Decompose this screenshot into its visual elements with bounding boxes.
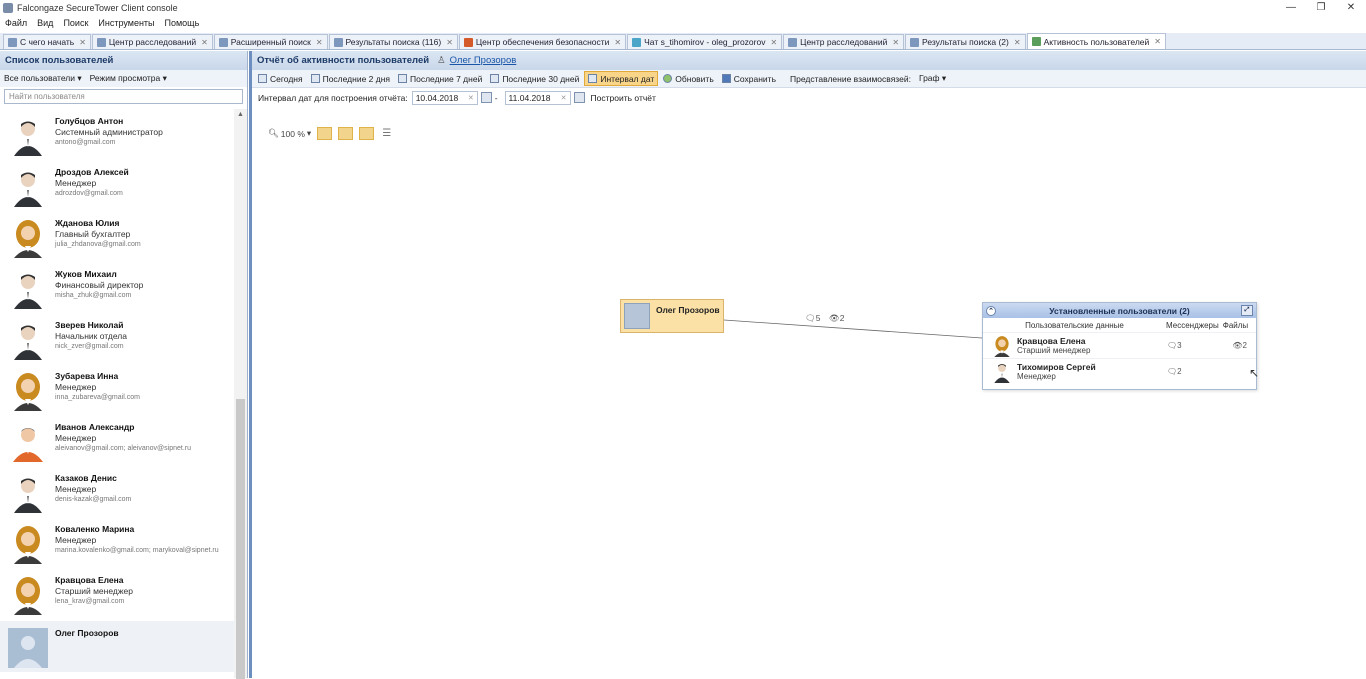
collapse-icon[interactable]: ⌃ — [986, 305, 996, 316]
row-user-role: Менеджер — [1017, 372, 1056, 381]
messenger-icon: 🗨︎ — [805, 313, 816, 323]
row-user-name: Тихомиров Сергей — [1017, 362, 1096, 372]
row-user-name: Кравцова Елена — [1017, 336, 1086, 346]
file-icon: 👁︎ — [828, 313, 840, 323]
avatar — [991, 361, 1013, 383]
row-messengers: 🗨︎3 — [1167, 341, 1182, 350]
expand-icon[interactable]: ⤢ — [1241, 305, 1253, 316]
panel-columns: Пользовательские данные Мессенджеры Файл… — [983, 318, 1256, 332]
file-icon: 👁︎ — [1232, 341, 1243, 350]
panel-row[interactable]: Тихомиров Сергей Менеджер 🗨︎2 — [983, 358, 1256, 384]
user-photo — [624, 303, 650, 329]
mouse-cursor: ↖ — [1249, 366, 1260, 380]
row-user-role: Старший менеджер — [1017, 346, 1091, 355]
row-messengers: 🗨︎2 — [1167, 367, 1182, 376]
messenger-icon: 🗨︎ — [1167, 341, 1178, 350]
col-user-data: Пользовательские данные — [1025, 320, 1124, 330]
avatar — [991, 335, 1013, 357]
center-user-node[interactable]: Олег Прозоров — [620, 299, 724, 333]
edge-label: 🗨︎5 👁︎2 — [805, 313, 845, 323]
col-files: Файлы — [1222, 320, 1249, 330]
row-files: 👁︎2 — [1232, 341, 1247, 350]
center-user-name: Олег Прозоров — [656, 305, 720, 315]
panel-title: Установленные пользователи (2) — [1049, 305, 1190, 316]
messenger-icon: 🗨︎ — [1167, 367, 1178, 376]
panel-row[interactable]: Кравцова Елена Старший менеджер 🗨︎3 👁︎2 — [983, 332, 1256, 358]
panel-header: ⌃ Установленные пользователи (2) ⤢ — [983, 303, 1256, 318]
col-messengers: Мессенджеры — [1166, 320, 1219, 330]
established-users-panel: ⌃ Установленные пользователи (2) ⤢ Польз… — [982, 302, 1257, 390]
